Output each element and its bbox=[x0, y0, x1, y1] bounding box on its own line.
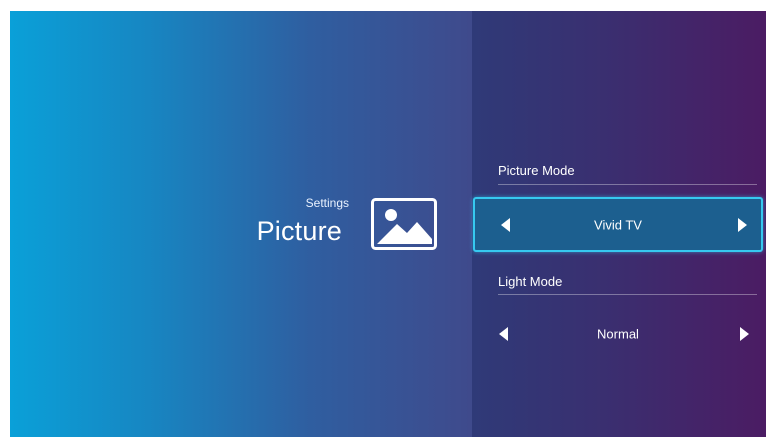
header-pane: Settings Picture bbox=[10, 11, 472, 437]
picture-mode-value: Vivid TV bbox=[594, 217, 642, 232]
arrow-right-icon[interactable] bbox=[738, 217, 747, 232]
page-title: Picture bbox=[256, 216, 342, 246]
light-mode-value: Normal bbox=[597, 326, 639, 341]
settings-screen: Settings Picture Picture Mode Vivid TV L… bbox=[10, 11, 766, 437]
light-mode-label: Light Mode bbox=[498, 274, 563, 289]
picture-icon bbox=[371, 198, 437, 250]
picture-mode-selector[interactable]: Vivid TV bbox=[473, 197, 763, 252]
picture-mode-label: Picture Mode bbox=[498, 163, 575, 178]
options-pane: Picture Mode Vivid TV Light Mode Normal bbox=[472, 11, 766, 437]
divider bbox=[498, 294, 757, 295]
divider bbox=[498, 184, 757, 185]
arrow-right-icon[interactable] bbox=[740, 326, 749, 341]
light-mode-selector[interactable]: Normal bbox=[473, 306, 763, 361]
breadcrumb: Settings bbox=[305, 196, 349, 210]
